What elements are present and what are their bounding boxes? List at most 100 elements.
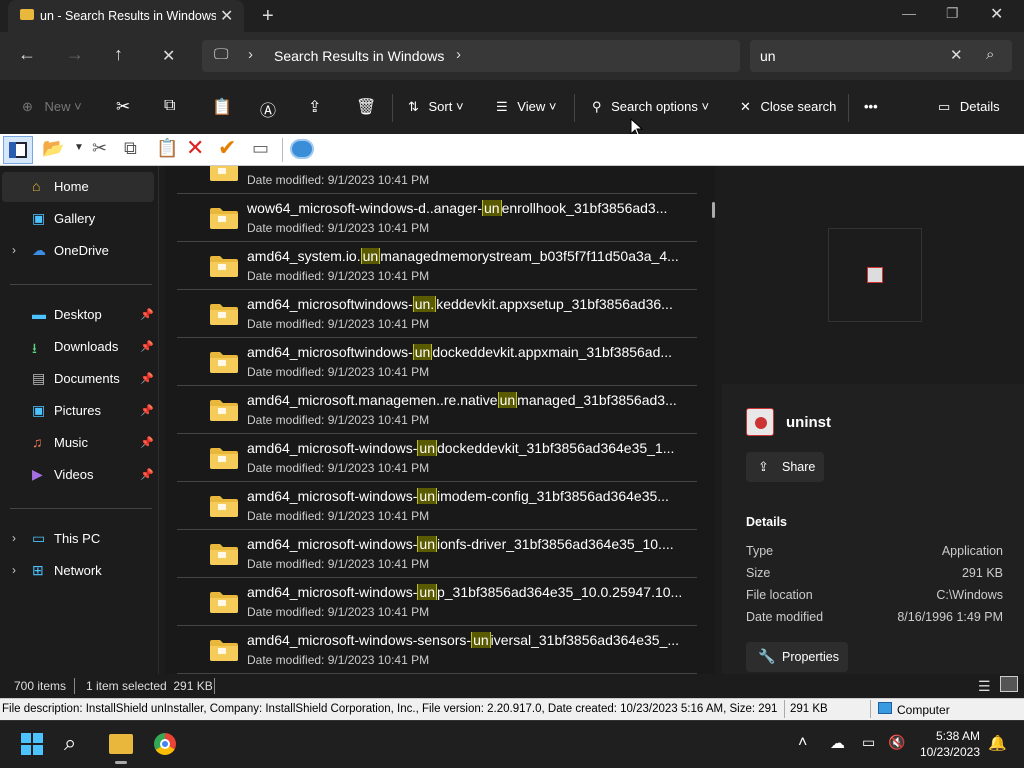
cut-icon[interactable]: ✂ [116, 97, 130, 117]
up-button[interactable]: ↑ [114, 44, 123, 65]
pin-icon[interactable]: 📌 [140, 340, 154, 353]
cloud-sync-icon[interactable]: ☁ [830, 734, 845, 752]
back-button[interactable]: ← [18, 44, 36, 65]
start-icon[interactable] [21, 733, 43, 755]
close-search-button[interactable]: ✕ Close search [740, 99, 836, 115]
list-item[interactable]: Date modified: 9/1/2023 10:41 PM [177, 166, 697, 194]
details-pane-button[interactable]: ▭ Details [938, 99, 1000, 115]
chevron-up-icon[interactable]: ˄ [798, 734, 807, 752]
search-options-button[interactable]: ⚲ Search options ˅ [592, 99, 709, 115]
window-tab[interactable]: un - Search Results in Windows ✕ [8, 0, 244, 32]
date-modified: Date modified: 9/1/2023 10:41 PM [247, 509, 430, 523]
check-icon[interactable]: ✔ [218, 135, 236, 161]
pin-icon[interactable]: 📌 [140, 308, 154, 321]
paste-icon[interactable]: 📋 [212, 97, 232, 117]
notification-bell-icon[interactable]: 🔔 [988, 734, 1007, 752]
chrome-icon[interactable] [154, 733, 176, 755]
more-options-button[interactable]: ••• [864, 99, 878, 114]
paste-icon[interactable]: 📋 [156, 138, 178, 159]
rename-icon[interactable]: Ⓐ [260, 97, 276, 121]
chevron-down-icon: ˅ [697, 99, 710, 114]
share-icon[interactable]: ⇪ [308, 97, 321, 117]
search-input[interactable]: un [760, 48, 776, 64]
search-highlight: un [360, 248, 381, 264]
list-item[interactable]: amd64_microsoft-windows-un dockeddevkit_3… [177, 434, 697, 482]
pc-icon: 🖵 [214, 46, 229, 63]
sidebar-item-gallery[interactable]: ▣ Gallery [2, 204, 154, 234]
volume-muted-icon[interactable]: 🔇 [888, 734, 905, 751]
sidebar-item-documents[interactable]: ▤ Documents 📌 [2, 364, 154, 394]
list-item[interactable]: amd64_microsoft-windows-un imodem-config_… [177, 482, 697, 530]
list-item[interactable]: amd64_microsoft-windows-sensors-un iversa… [177, 626, 697, 674]
tiles-view-icon[interactable] [1000, 676, 1018, 692]
properties-button[interactable]: 🔧 Properties [746, 642, 848, 672]
view-button[interactable]: ☰ View ˅ [496, 99, 556, 115]
clear-search-icon[interactable]: ✕ [950, 46, 963, 64]
search-box[interactable]: un ✕ ⌕ [750, 40, 1012, 72]
list-view-icon[interactable]: ☰ [978, 678, 991, 695]
sidebar-item-downloads[interactable]: ⭳ Downloads 📌 [2, 332, 154, 362]
chevron-right-icon[interactable]: › [12, 531, 16, 545]
search-icon[interactable]: ⌕ [986, 46, 994, 63]
delete-icon[interactable]: 🗑 [356, 97, 376, 117]
folder-icon [209, 494, 239, 518]
detail-label: File location [746, 588, 813, 602]
sort-button[interactable]: ⇅ Sort ˅ [408, 99, 464, 115]
file-explorer-icon[interactable] [109, 734, 133, 754]
pin-icon[interactable]: 📌 [140, 404, 154, 417]
list-item[interactable]: amd64_microsoftwindows-un dockeddevkit.ap… [177, 338, 697, 386]
dropdown-arrow-icon[interactable]: ▼ [74, 142, 84, 153]
cut-icon[interactable]: ✂ [92, 138, 107, 159]
breadcrumb-path[interactable]: Search Results in Windows [274, 48, 444, 64]
sidebar-item-desktop[interactable]: ▬ Desktop 📌 [2, 300, 154, 330]
list-item[interactable]: amd64_system.io. un managedmemorystream_b0… [177, 242, 697, 290]
tab-close-icon[interactable]: ✕ [220, 6, 233, 26]
sidebar-item-pictures[interactable]: ▣ Pictures 📌 [2, 396, 154, 426]
copy-icon[interactable]: ⧉ [164, 97, 175, 115]
close-window-button[interactable]: ✕ [990, 4, 1003, 24]
scrollbar-thumb[interactable] [712, 202, 715, 218]
navigation-pane-toggle[interactable] [3, 136, 33, 164]
minimize-button[interactable]: — [902, 5, 916, 21]
maximize-button[interactable]: ❐ [946, 5, 959, 22]
clock-time[interactable]: 5:38 AM [920, 729, 980, 743]
folder-options-icon[interactable]: 📂 [42, 138, 64, 159]
divider [158, 166, 159, 674]
chevron-right-icon[interactable]: › [248, 46, 253, 63]
detail-value: C:\Windows [936, 588, 1003, 602]
new-tab-button[interactable]: + [262, 5, 274, 28]
forward-button[interactable]: → [66, 44, 84, 65]
sidebar-item-network[interactable]: › ⊞ Network [2, 556, 154, 586]
list-item[interactable]: amd64_microsoft-windows-un ionfs-driver_3… [177, 530, 697, 578]
share-button[interactable]: ⇪ Share [746, 452, 824, 482]
sidebar-item-onedrive[interactable]: › ☁ OneDrive [2, 236, 154, 266]
sidebar-item-this-pc[interactable]: › ▭ This PC [2, 524, 154, 554]
chevron-right-icon[interactable]: › [456, 46, 461, 63]
list-item[interactable]: wow64_microsoft-windows-d..anager-un enro… [177, 194, 697, 242]
address-bar[interactable]: 🖵 › Search Results in Windows › [202, 40, 740, 72]
globe-icon[interactable] [290, 139, 314, 159]
delete-icon[interactable]: ✕ [186, 135, 204, 161]
divider [870, 700, 871, 718]
pin-icon[interactable]: 📌 [140, 436, 154, 449]
pin-icon[interactable]: 📌 [140, 468, 154, 481]
chevron-right-icon[interactable]: › [12, 243, 16, 257]
list-item[interactable]: amd64_microsoft-windows-un p_31bf3856ad36… [177, 578, 697, 626]
folder-svg [210, 496, 238, 517]
new-button[interactable]: ⊕ New ˅ [22, 99, 82, 115]
stop-button[interactable]: ✕ [162, 46, 175, 66]
list-item[interactable]: amd64_microsoft.managemen..re.native un ma… [177, 386, 697, 434]
list-item[interactable]: amd64_microsoftwindows-un. keddevkit.appx… [177, 290, 697, 338]
date-modified: Date modified: 9/1/2023 10:41 PM [247, 605, 430, 619]
search-icon[interactable]: ⌕ [64, 730, 76, 756]
sidebar-item-videos[interactable]: ▶ Videos 📌 [2, 460, 154, 490]
clock-date[interactable]: 10/23/2023 [910, 745, 980, 759]
chevron-right-icon[interactable]: › [12, 563, 16, 577]
copy-icon[interactable]: ⧉ [124, 138, 137, 159]
properties-icon[interactable]: ▭ [252, 138, 269, 159]
sidebar-item-home[interactable]: ⌂ Home [2, 172, 154, 202]
sidebar-item-music[interactable]: ♫ Music 📌 [2, 428, 154, 458]
display-icon[interactable]: ▭ [862, 734, 875, 751]
search-highlight: un [482, 200, 502, 216]
pin-icon[interactable]: 📌 [140, 372, 154, 385]
